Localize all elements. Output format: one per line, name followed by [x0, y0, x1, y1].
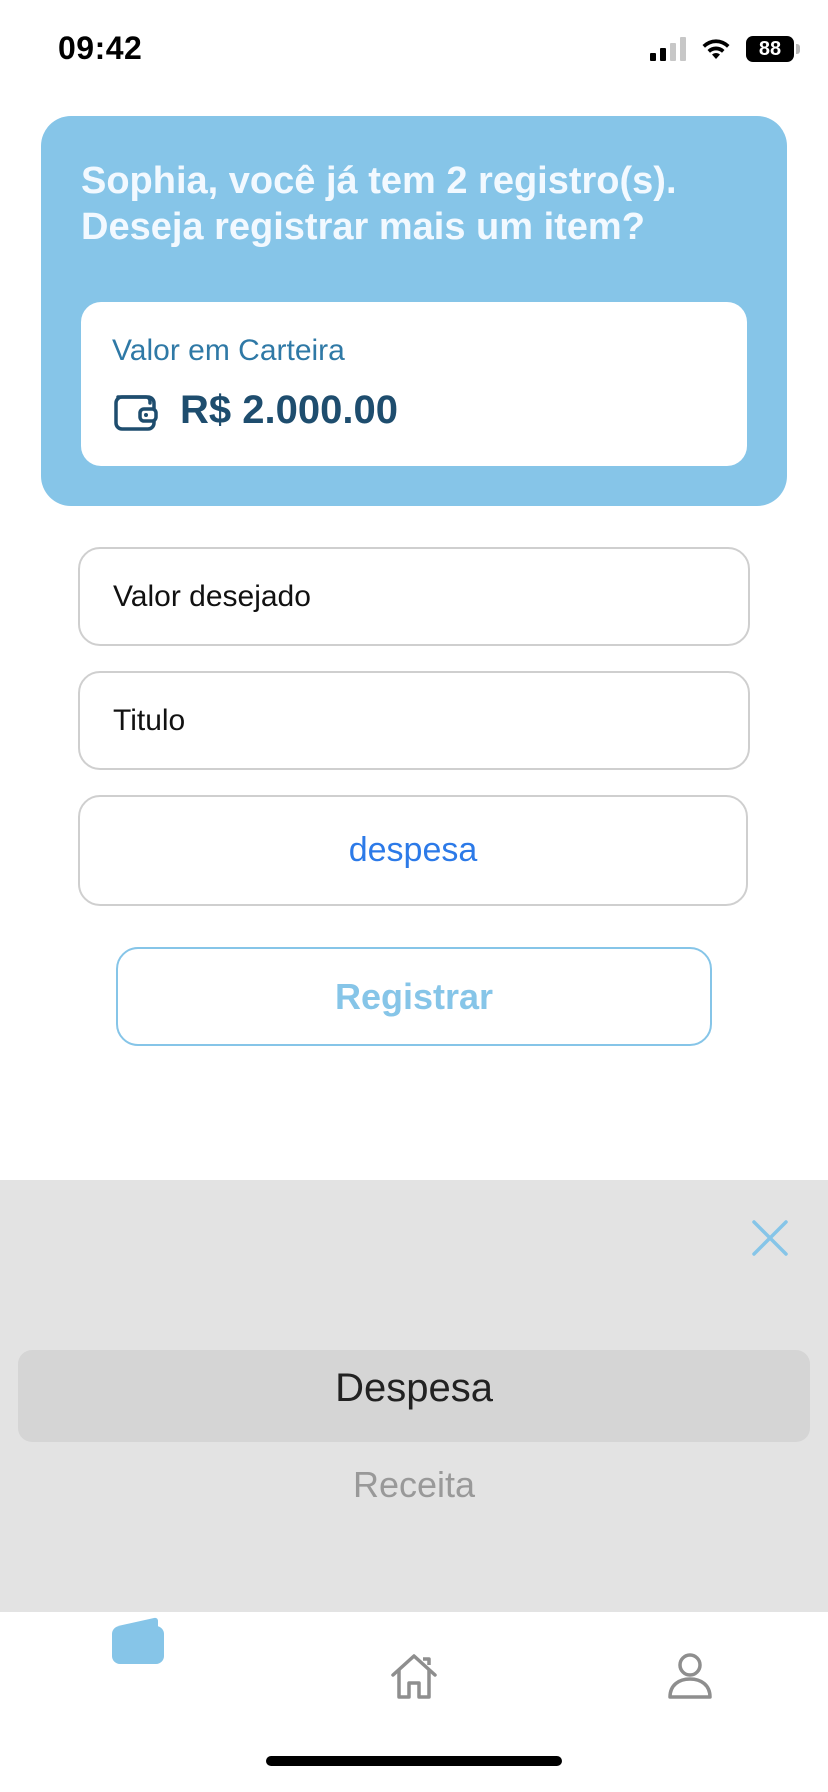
picker-option-despesa[interactable]: Despesa [0, 1366, 828, 1411]
wallet-icon [114, 394, 158, 431]
greeting-title: Sophia, você já tem 2 registro(s). Desej… [81, 160, 677, 248]
status-icons: 88 [650, 34, 800, 64]
screen: 09:42 88 Sophia, você já tem 2 registro(… [0, 0, 828, 1792]
status-bar: 09:42 88 [0, 0, 828, 100]
title-input[interactable] [113, 703, 748, 738]
wallet-icon [112, 1617, 164, 1664]
tab-profile[interactable] [662, 1646, 718, 1706]
home-icon [391, 1654, 437, 1699]
type-picker-sheet: Despesa Receita [0, 1180, 828, 1612]
wallet-row: R$ 2.000.00 [112, 388, 398, 433]
amount-input[interactable] [113, 579, 748, 614]
title-field[interactable] [78, 671, 750, 770]
type-select-value: despesa [348, 831, 478, 869]
status-time: 09:42 [58, 30, 143, 66]
amount-field[interactable] [78, 547, 750, 646]
picker-option-receita[interactable]: Receita [0, 1464, 828, 1506]
cellular-signal-icon [650, 37, 686, 61]
wifi-icon [702, 39, 730, 59]
home-indicator [266, 1756, 562, 1766]
wallet-balance-card: Valor em Carteira R$ 2.000.00 [81, 302, 747, 466]
type-select[interactable]: despesa [78, 795, 748, 906]
header-card: Sophia, você já tem 2 registro(s). Desej… [41, 116, 787, 506]
battery-icon: 88 [746, 36, 800, 62]
battery-level: 88 [758, 37, 782, 60]
tab-home[interactable] [384, 1646, 444, 1706]
close-icon[interactable] [748, 1216, 792, 1260]
wallet-label: Valor em Carteira [112, 334, 345, 367]
tab-wallet[interactable] [108, 1612, 168, 1670]
register-button[interactable]: Registrar [116, 947, 712, 1046]
wallet-value: R$ 2.000.00 [180, 388, 398, 432]
profile-icon [668, 1653, 712, 1699]
